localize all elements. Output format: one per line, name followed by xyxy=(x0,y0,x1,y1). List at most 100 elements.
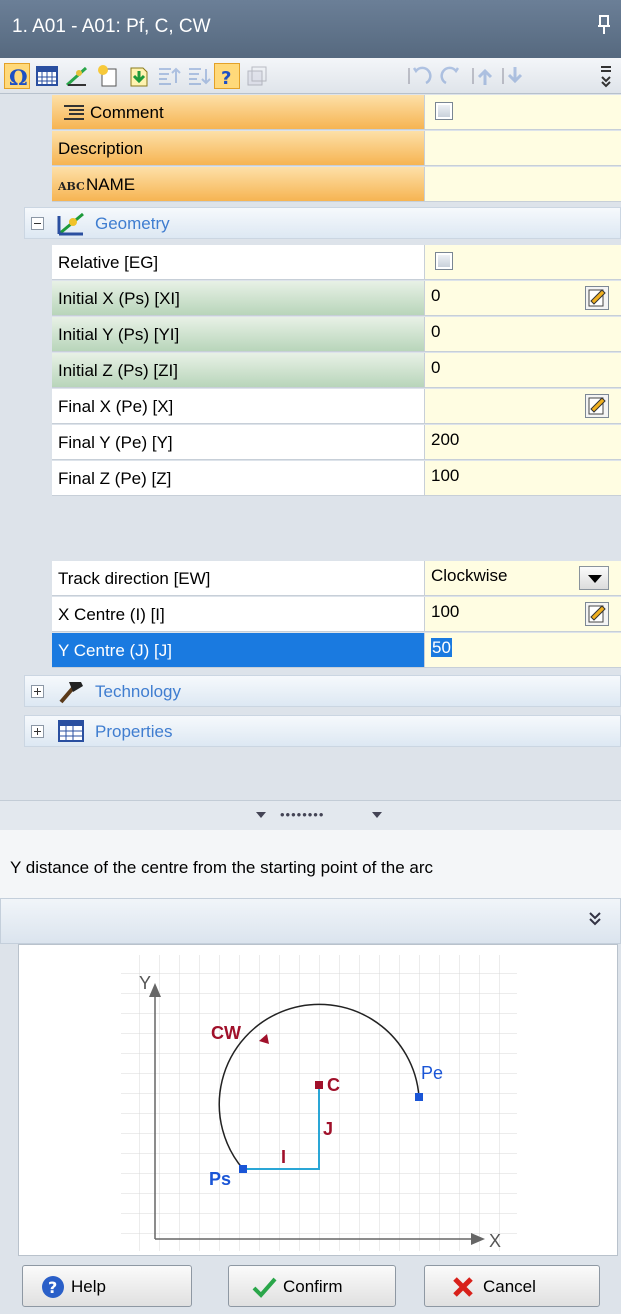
redo-icon[interactable] xyxy=(440,63,466,89)
sort-up-icon[interactable] xyxy=(156,63,182,89)
final-z-field[interactable]: 100 xyxy=(424,461,621,496)
edit-pencil-icon xyxy=(588,289,606,307)
splitter-arrow-icon xyxy=(372,812,382,818)
move-down-icon[interactable] xyxy=(500,63,526,89)
initial-y-label-cell: Initial Y (Ps) [YI] xyxy=(52,317,424,352)
group-technology[interactable]: Technology xyxy=(24,675,621,707)
double-chevron-down-icon[interactable] xyxy=(588,911,602,927)
comment-value-cell[interactable] xyxy=(424,95,621,130)
end-point-marker xyxy=(415,1093,423,1101)
hammer-icon xyxy=(59,682,83,704)
edit-pencil-icon xyxy=(588,605,606,623)
import-icon[interactable] xyxy=(126,63,152,89)
final-x-label: Final X (Pe) [X] xyxy=(58,397,174,416)
help-context-icon[interactable]: ? xyxy=(214,63,240,89)
initial-z-label-cell: Initial Z (Ps) [ZI] xyxy=(52,353,424,388)
final-x-field[interactable] xyxy=(424,389,621,424)
omega-icon[interactable]: Ω xyxy=(4,63,30,90)
row-gutter xyxy=(0,561,52,597)
row-final-x[interactable]: Final X (Pe) [X] xyxy=(0,389,621,425)
name-field[interactable] xyxy=(424,167,621,202)
svg-text:?: ? xyxy=(221,68,231,89)
help-button-label: Help xyxy=(71,1277,106,1296)
x-centre-edit-button[interactable] xyxy=(585,602,609,626)
y-centre-field[interactable]: 50 xyxy=(424,633,621,668)
description-field[interactable] xyxy=(424,131,621,166)
y-axis-label: Y xyxy=(139,973,151,993)
row-initial-x[interactable]: Initial X (Ps) [XI] 0 xyxy=(0,281,621,317)
cancel-x-icon xyxy=(453,1277,473,1297)
relative-checkbox[interactable] xyxy=(435,252,453,270)
row-initial-z[interactable]: Initial Z (Ps) [ZI] 0 xyxy=(0,353,621,389)
toolbar-overflow-icon[interactable] xyxy=(596,63,616,89)
initial-z-field[interactable]: 0 xyxy=(424,353,621,388)
row-final-z[interactable]: Final Z (Pe) [Z] 100 xyxy=(0,461,621,497)
track-direction-label: Track direction [EW] xyxy=(58,569,211,588)
row-track-direction[interactable]: Track direction [EW] Clockwise xyxy=(0,561,621,597)
undo-icon[interactable] xyxy=(406,63,432,89)
initial-x-value: 0 xyxy=(431,286,441,305)
row-gutter xyxy=(0,425,52,461)
help-button[interactable]: ? Help xyxy=(22,1265,192,1307)
dropdown-arrow-icon[interactable] xyxy=(579,566,609,590)
preview-image-frame: Y X CW Pe Ps C I J xyxy=(18,944,618,1256)
group-geometry[interactable]: Geometry xyxy=(24,207,621,239)
start-point-marker xyxy=(239,1165,247,1173)
cancel-button[interactable]: Cancel xyxy=(424,1265,600,1307)
new-item-icon[interactable] xyxy=(96,63,122,89)
row-comment[interactable]: Comment xyxy=(0,95,621,131)
calendar-grid-icon[interactable] xyxy=(34,63,60,89)
checkmark-icon xyxy=(252,1277,277,1298)
x-centre-field[interactable]: 100 xyxy=(424,597,621,632)
geometry-tool-icon[interactable] xyxy=(64,63,90,89)
confirm-button[interactable]: Confirm xyxy=(228,1265,396,1307)
group-properties[interactable]: Properties xyxy=(24,715,621,747)
abc-text-icon: ABC xyxy=(58,180,84,193)
window-title: 1. A01 - A01: Pf, C, CW xyxy=(12,16,211,37)
sort-down-icon[interactable] xyxy=(186,63,212,89)
row-gutter xyxy=(0,317,52,353)
title-bar: 1. A01 - A01: Pf, C, CW xyxy=(0,0,621,58)
centre-point-marker xyxy=(315,1081,323,1089)
row-gutter xyxy=(0,167,52,203)
y-centre-label: Y Centre (J) [J] xyxy=(58,641,172,660)
preview-section-header[interactable] xyxy=(0,898,621,944)
x-centre-label-cell: X Centre (I) [I] xyxy=(52,597,424,632)
relative-value-cell[interactable] xyxy=(424,245,621,280)
final-y-field[interactable]: 200 xyxy=(424,425,621,460)
relative-label-cell: Relative [EG] xyxy=(52,245,424,280)
initial-y-field[interactable]: 0 xyxy=(424,317,621,352)
initial-x-label: Initial X (Ps) [XI] xyxy=(58,289,180,308)
name-label: NAME xyxy=(86,175,136,194)
j-label: J xyxy=(323,1119,333,1139)
initial-x-field[interactable]: 0 xyxy=(424,281,621,316)
svg-text:Ω: Ω xyxy=(9,65,28,90)
row-x-centre[interactable]: X Centre (I) [I] 100 xyxy=(0,597,621,633)
collapse-geometry-icon[interactable] xyxy=(31,217,44,230)
expand-technology-icon[interactable] xyxy=(31,685,44,698)
properties-label: Properties xyxy=(95,722,173,741)
initial-x-edit-button[interactable] xyxy=(585,286,609,310)
row-name[interactable]: ABC NAME xyxy=(0,167,621,203)
row-gutter xyxy=(0,245,52,281)
move-up-icon[interactable] xyxy=(470,63,496,89)
help-circle-icon: ? xyxy=(42,1276,64,1298)
layers-icon[interactable] xyxy=(244,63,270,89)
comment-checkbox[interactable] xyxy=(435,102,453,120)
final-x-edit-button[interactable] xyxy=(585,394,609,418)
toolbar: Ω ? xyxy=(0,58,621,94)
comment-label-cell: Comment xyxy=(52,95,424,130)
row-y-centre[interactable]: Y Centre (J) [J] 50 xyxy=(0,633,621,669)
expand-properties-icon[interactable] xyxy=(31,725,44,738)
final-z-label-cell: Final Z (Pe) [Z] xyxy=(52,461,424,496)
row-final-y[interactable]: Final Y (Pe) [Y] 200 xyxy=(0,425,621,461)
splitter[interactable]: •••••••• xyxy=(0,800,621,830)
track-direction-select[interactable]: Clockwise xyxy=(424,561,621,596)
row-description[interactable]: Description xyxy=(0,131,621,167)
row-gutter xyxy=(0,281,52,317)
properties-table-icon xyxy=(58,720,84,742)
pin-icon[interactable] xyxy=(597,14,611,36)
row-relative[interactable]: Relative [EG] xyxy=(0,245,621,281)
geometry-icon xyxy=(57,212,84,236)
row-initial-y[interactable]: Initial Y (Ps) [YI] 0 xyxy=(0,317,621,353)
